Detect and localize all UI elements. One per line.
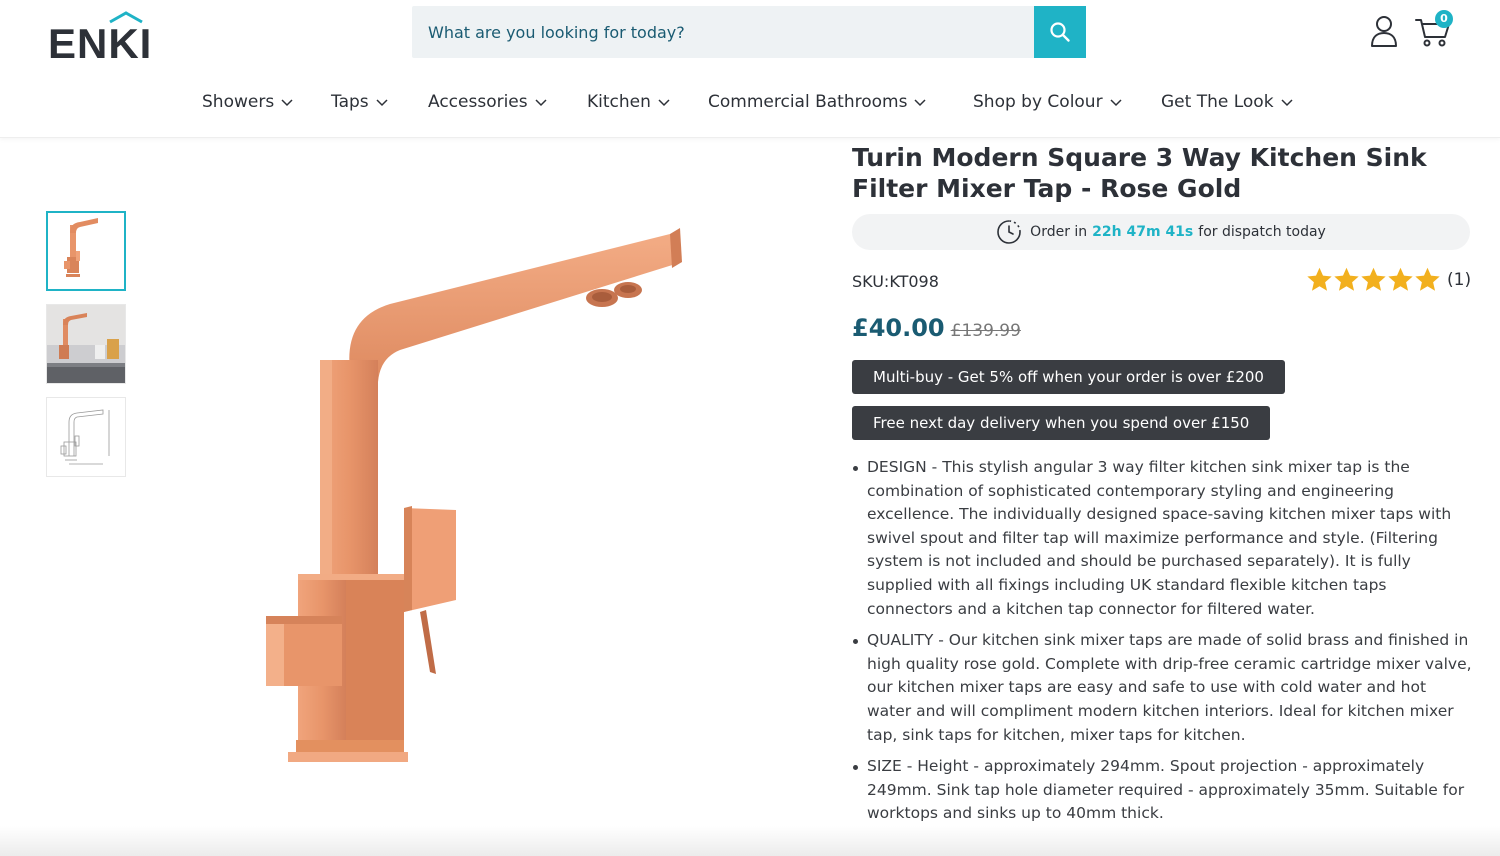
nav-item-showers[interactable]: Showers <box>202 92 293 112</box>
chevron-down-icon <box>1281 99 1293 107</box>
thumbnail-product-front[interactable] <box>46 211 126 291</box>
current-price: £40.00 <box>852 314 945 342</box>
star-icon <box>1361 267 1386 291</box>
main-navigation: Showers Taps Accessories Kitchen Commerc… <box>0 86 1500 124</box>
chevron-down-icon <box>658 99 670 107</box>
description-quality: QUALITY - Our kitchen sink mixer taps ar… <box>852 629 1472 747</box>
cart-count-badge: 0 <box>1435 10 1453 28</box>
nav-label: Showers <box>202 92 275 112</box>
product-rating[interactable]: (1) <box>1306 266 1471 293</box>
nav-label: Kitchen <box>587 92 651 112</box>
kitchen-lifestyle-image <box>47 305 125 383</box>
technical-drawing-image <box>60 409 110 465</box>
tap-thumbnail-image <box>64 218 98 277</box>
star-icon <box>1415 267 1440 291</box>
site-header: ENKI 0 Showers Taps Accessories <box>0 0 1500 138</box>
dispatch-suffix: for dispatch today <box>1198 224 1326 240</box>
nav-label: Accessories <box>428 92 528 112</box>
search-bar <box>412 6 1086 58</box>
product-sku: SKU:KT098 <box>852 272 939 291</box>
nav-item-get-the-look[interactable]: Get The Look <box>1161 92 1293 112</box>
nav-item-accessories[interactable]: Accessories <box>428 92 547 112</box>
nav-label: Get The Look <box>1161 92 1274 112</box>
dispatch-countdown: Order in 22h 47m 41s for dispatch today <box>852 214 1470 250</box>
nav-item-commercial-bathrooms[interactable]: Commercial Bathrooms <box>708 92 926 112</box>
was-price: £139.99 <box>950 321 1021 341</box>
chevron-down-icon <box>914 99 926 107</box>
description-design: DESIGN - This stylish angular 3 way filt… <box>852 456 1472 621</box>
chevron-down-icon <box>1110 99 1122 107</box>
user-icon[interactable] <box>1368 14 1400 48</box>
chevron-down-icon <box>281 99 293 107</box>
description-size: SIZE - Height - approximately 294mm. Spo… <box>852 755 1472 826</box>
product-main-image[interactable] <box>240 200 720 790</box>
thumbnail-product-lifestyle[interactable] <box>46 304 126 384</box>
dispatch-prefix: Order in <box>1030 224 1088 240</box>
product-title: Turin Modern Square 3 Way Kitchen Sink F… <box>852 143 1427 203</box>
search-icon <box>1050 22 1070 42</box>
nav-label: Taps <box>331 92 369 112</box>
nav-label: Commercial Bathrooms <box>708 92 908 112</box>
multibuy-promo-banner: Multi-buy - Get 5% off when your order i… <box>852 360 1285 394</box>
product-price: £40.00 £139.99 <box>852 314 1021 342</box>
chevron-down-icon <box>535 99 547 107</box>
free-delivery-promo-banner: Free next day delivery when you spend ov… <box>852 406 1271 440</box>
star-icon <box>1388 267 1413 291</box>
star-icon <box>1307 267 1332 291</box>
thumbnail-product-technical-drawing[interactable] <box>46 397 126 477</box>
chevron-down-icon <box>376 99 388 107</box>
star-icon <box>1334 267 1359 291</box>
clock-icon <box>997 220 1021 244</box>
product-description: DESIGN - This stylish angular 3 way filt… <box>852 456 1472 834</box>
nav-item-taps[interactable]: Taps <box>331 92 388 112</box>
review-count[interactable]: (1) <box>1447 270 1471 290</box>
nav-label: Shop by Colour <box>973 92 1103 112</box>
search-input[interactable] <box>412 6 1034 58</box>
nav-item-kitchen[interactable]: Kitchen <box>587 92 670 112</box>
enki-logo[interactable]: ENKI <box>48 10 158 66</box>
dispatch-timer: 22h 47m 41s <box>1092 224 1194 240</box>
nav-item-shop-by-colour[interactable]: Shop by Colour <box>973 92 1122 112</box>
search-button[interactable] <box>1034 6 1086 58</box>
logo-text: ENKI <box>48 20 153 67</box>
